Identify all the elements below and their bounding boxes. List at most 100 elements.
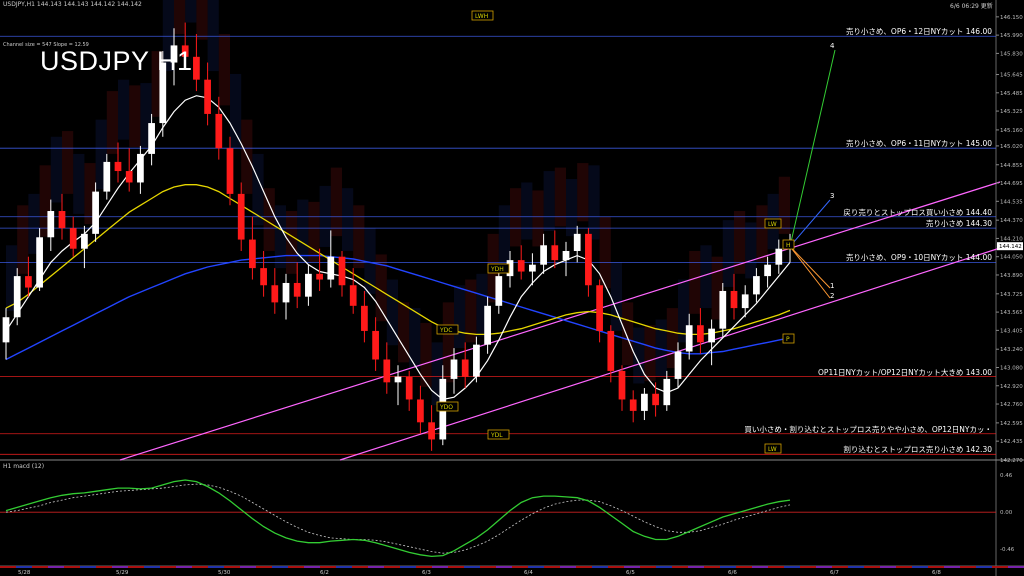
y-axis-tick-label: 143.240 <box>1000 347 1023 353</box>
y-axis-tick-label: 144.210 <box>1000 236 1023 242</box>
session-strip <box>128 566 144 568</box>
session-strip <box>384 566 400 568</box>
candle-body <box>775 248 783 265</box>
cloud-segment <box>644 325 656 382</box>
session-strip <box>0 566 16 568</box>
macd-tick-label: 0.00 <box>1000 510 1013 516</box>
y-axis-tick-label: 144.535 <box>1000 199 1023 205</box>
session-strip <box>832 566 848 568</box>
cloud-segment <box>185 0 197 23</box>
y-axis-tick-label: 142.920 <box>1000 384 1023 390</box>
y-axis-tick-label: 142.760 <box>1000 402 1023 408</box>
session-strip <box>320 566 336 568</box>
candle-body <box>327 256 335 280</box>
cloud-segment <box>207 0 219 72</box>
price-box-label: LW <box>768 221 777 228</box>
session-strip <box>528 566 544 568</box>
candle-body <box>215 113 223 149</box>
candle-body <box>148 123 155 154</box>
candle-body <box>674 351 682 379</box>
chart-window: { "header": { "symbol_line": "USDJPY,H1 … <box>0 0 1024 576</box>
session-strip <box>864 566 880 568</box>
candle-body <box>69 228 77 249</box>
session-strip <box>288 566 304 568</box>
x-axis-tick-label: 6/3 <box>422 570 431 576</box>
candle-body <box>2 317 10 343</box>
session-strip <box>848 566 864 568</box>
candle-body <box>697 325 704 343</box>
cloud-segment <box>241 119 253 194</box>
candle-body <box>629 399 637 411</box>
session-strip <box>336 566 352 568</box>
x-axis-tick-label: 6/5 <box>626 570 635 576</box>
session-strip <box>176 566 192 568</box>
cloud-segment <box>330 167 342 237</box>
level-annotation: 戻り売りとストップロス買い小さめ 144.40 <box>843 207 992 217</box>
price-box-label: H <box>786 242 791 249</box>
x-axis-tick-label: 6/4 <box>524 570 533 576</box>
candle-body <box>114 161 122 172</box>
channel-label: 4 <box>830 42 835 50</box>
candle-body <box>237 193 245 240</box>
candle-body <box>193 56 200 80</box>
session-strip <box>576 566 592 568</box>
session-strip <box>928 566 944 568</box>
session-strip <box>416 566 432 568</box>
candle-body <box>753 276 760 295</box>
candle-body <box>540 245 547 265</box>
session-strip <box>944 566 960 568</box>
y-axis-tick-label: 145.160 <box>1000 128 1023 134</box>
cloud-segment <box>521 182 533 240</box>
level-annotation: OP11日NYカット/OP12日NYカット大きめ 143.00 <box>818 367 992 377</box>
macd-main-line <box>5 479 791 558</box>
candle-body <box>47 211 55 238</box>
cloud-segment <box>17 205 29 274</box>
candle-body <box>517 260 525 272</box>
candle-body <box>730 290 738 309</box>
level-annotation: 売り小さめ、OP9・10日NYカット 144.00 <box>845 253 992 263</box>
y-axis-tick-label: 145.020 <box>1000 144 1023 150</box>
session-strip <box>432 566 448 568</box>
y-axis-tick-label: 145.990 <box>1000 33 1023 39</box>
cloud-segment <box>196 0 208 40</box>
x-axis-tick-label: 6/8 <box>932 570 941 576</box>
candle-body <box>764 264 771 277</box>
session-strip <box>688 566 704 568</box>
price-box-label: P <box>786 336 790 343</box>
cloud-segment <box>174 0 186 34</box>
session-strip <box>976 566 992 568</box>
session-strip <box>672 566 688 568</box>
price-box-label: LW <box>768 446 777 453</box>
cloud-segment <box>106 91 118 154</box>
candle-body <box>551 245 559 261</box>
session-strip <box>464 566 480 568</box>
candle-body <box>450 359 458 379</box>
candle-body <box>641 393 648 411</box>
cloud-segment <box>510 188 522 247</box>
chart-title: USDJPY H1 <box>40 46 193 76</box>
candle-body <box>618 370 626 400</box>
channel-label: 3 <box>830 192 834 200</box>
session-strip <box>800 566 816 568</box>
y-axis-tick-label: 143.890 <box>1000 273 1023 279</box>
macd-tick-label: 0.46 <box>1000 473 1013 479</box>
session-strip <box>32 566 48 568</box>
session-strip <box>48 566 64 568</box>
y-axis-tick-label: 145.325 <box>1000 109 1023 115</box>
candle-body <box>428 422 435 440</box>
y-axis-tick-label: 143.725 <box>1000 292 1023 298</box>
y-axis-tick-label: 145.645 <box>1000 73 1023 79</box>
candle-body <box>271 285 279 303</box>
current-price-label: 144.142 <box>999 244 1022 250</box>
session-strip <box>720 566 736 568</box>
session-strip <box>656 566 672 568</box>
candle-body <box>484 305 491 345</box>
session-strip <box>784 566 800 568</box>
session-strip <box>144 566 160 568</box>
candle-body <box>495 276 503 306</box>
price-box-label: YDL <box>490 432 503 439</box>
candle-body <box>125 171 133 183</box>
session-strip <box>544 566 560 568</box>
session-strip <box>560 566 576 568</box>
session-strip <box>192 566 208 568</box>
